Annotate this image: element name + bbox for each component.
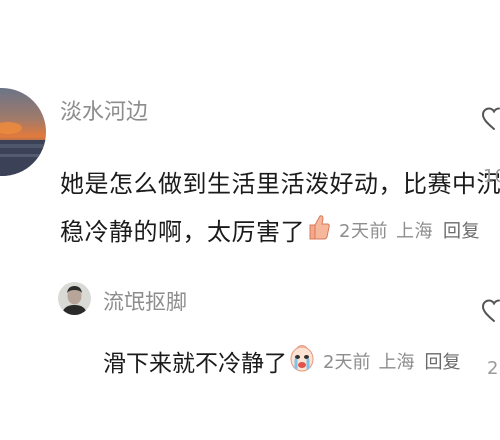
reply-text: 滑下来就不冷静了 (103, 351, 287, 377)
reply-reply-button[interactable]: 回复 (424, 348, 460, 374)
comment-thread: 淡水河边 她是怎么做到生活里活泼好动，比赛中沉 稳冷静的啊，太厉害了 2天前 上海… (0, 0, 500, 440)
avatar-sunset-image (0, 88, 46, 176)
comment-text-line2: 稳冷静的啊，太厉害了 (60, 218, 305, 246)
like-count: 10 (483, 166, 500, 187)
reply-username[interactable]: 流氓抠脚 (103, 286, 187, 316)
heart-icon[interactable] (481, 298, 500, 324)
reply-time: 2天前 (323, 352, 371, 373)
comment-location: 上海 (395, 220, 433, 242)
reply-text-row: 滑下来就不冷静了 2天前 上海 回复 (103, 343, 460, 379)
reply-meta: 2天前 上海 (323, 348, 414, 374)
comment-text-line1: 她是怎么做到生活里活泼好动，比赛中沉 (60, 170, 500, 198)
comment-username[interactable]: 淡水河边 (60, 94, 148, 126)
heart-icon[interactable] (481, 106, 500, 132)
comment-reply-button[interactable]: 回复 (443, 217, 480, 243)
thumbs-up-icon (307, 213, 331, 247)
like-count: 2 (487, 358, 499, 379)
avatar-person-image (58, 282, 91, 315)
comment-meta: 2天前 上海 (339, 217, 433, 243)
reply-location: 上海 (378, 352, 415, 373)
avatar[interactable] (58, 282, 91, 315)
crying-face-icon (289, 343, 315, 379)
comment-text-line2-row: 稳冷静的啊，太厉害了 2天前 上海 回复 (60, 212, 480, 247)
comment-time: 2天前 (339, 220, 388, 242)
avatar[interactable] (0, 88, 46, 176)
